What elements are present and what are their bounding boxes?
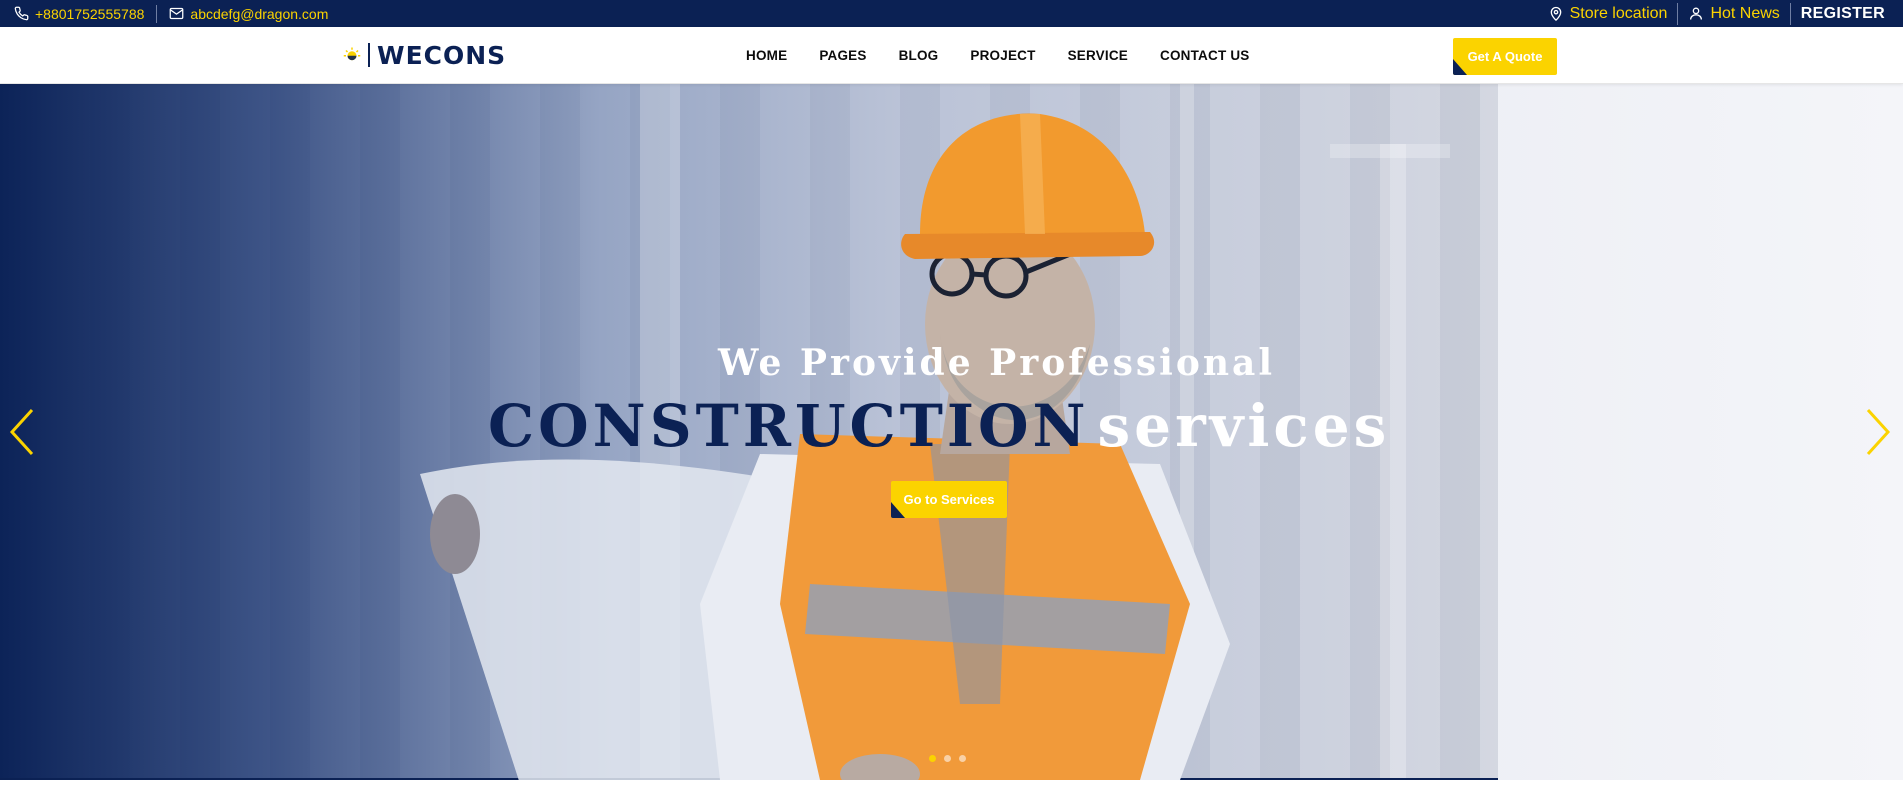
nav-item-service[interactable]: SERVICE — [1068, 48, 1128, 63]
user-icon — [1690, 7, 1703, 20]
map-pin-icon — [1550, 6, 1561, 22]
hero-heading-services: services — [1097, 392, 1391, 460]
get-a-quote-label: Get A Quote — [1467, 49, 1543, 64]
logo-text: WECONS — [377, 40, 507, 70]
store-location-label: Store location — [1569, 4, 1668, 22]
top-bar: +8801752555788 abcdefg@dragon.com Store … — [0, 0, 1903, 27]
slide-dot-2[interactable] — [944, 755, 951, 762]
register-link[interactable]: REGISTER — [1801, 5, 1885, 23]
chevron-left-icon[interactable] — [4, 406, 38, 458]
store-location-link[interactable]: Store location — [1548, 0, 1668, 27]
nav-item-blog[interactable]: BLOG — [899, 48, 939, 63]
nav-item-project[interactable]: PROJECT — [970, 48, 1035, 63]
divider — [1677, 2, 1679, 25]
nav-item-pages[interactable]: PAGES — [819, 48, 866, 63]
slide-dot-3[interactable] — [959, 755, 966, 762]
nav-item-home[interactable]: HOME — [746, 48, 787, 63]
nav-menu: HOME PAGES BLOG PROJECT SERVICE CONTACT … — [746, 27, 1250, 84]
divider — [156, 4, 158, 23]
go-to-services-button[interactable]: Go to Services — [891, 481, 1007, 518]
phone-number: +8801752555788 — [35, 5, 145, 22]
divider — [1789, 2, 1791, 25]
slide-dot-1[interactable] — [929, 755, 936, 762]
hot-news-link[interactable]: Hot News — [1688, 0, 1780, 27]
hero-heading: CONSTRUCTION services — [488, 392, 1390, 460]
envelope-icon — [170, 7, 184, 20]
email-link[interactable]: abcdefg@dragon.com — [169, 0, 328, 27]
sun-logo-icon — [343, 47, 361, 61]
hot-news-label: Hot News — [1710, 4, 1780, 22]
email-address: abcdefg@dragon.com — [190, 5, 329, 22]
hero-heading-construction: CONSTRUCTION — [488, 392, 1090, 460]
phone-link[interactable]: +8801752555788 — [14, 0, 144, 27]
logo-divider — [368, 43, 370, 67]
hero-slider: We Provide Professional CONSTRUCTION serv… — [0, 84, 1903, 780]
hero-line-1: We Provide Professional — [717, 342, 1276, 384]
site-logo[interactable]: WECONS — [343, 40, 507, 70]
nav-item-contact-us[interactable]: CONTACT US — [1160, 48, 1250, 63]
contact-info: +8801752555788 abcdefg@dragon.com — [14, 0, 328, 27]
top-links: Store location Hot News REGISTER — [1548, 0, 1885, 27]
slider-pagination — [929, 755, 966, 762]
go-to-services-label: Go to Services — [903, 492, 995, 507]
hero-subheading: We Provide Professional — [0, 342, 1903, 384]
get-a-quote-button[interactable]: Get A Quote — [1453, 38, 1557, 75]
phone-icon — [14, 6, 29, 21]
main-navigation: WECONS HOME PAGES BLOG PROJECT SERVICE C… — [0, 27, 1903, 84]
chevron-right-icon[interactable] — [1862, 406, 1896, 458]
